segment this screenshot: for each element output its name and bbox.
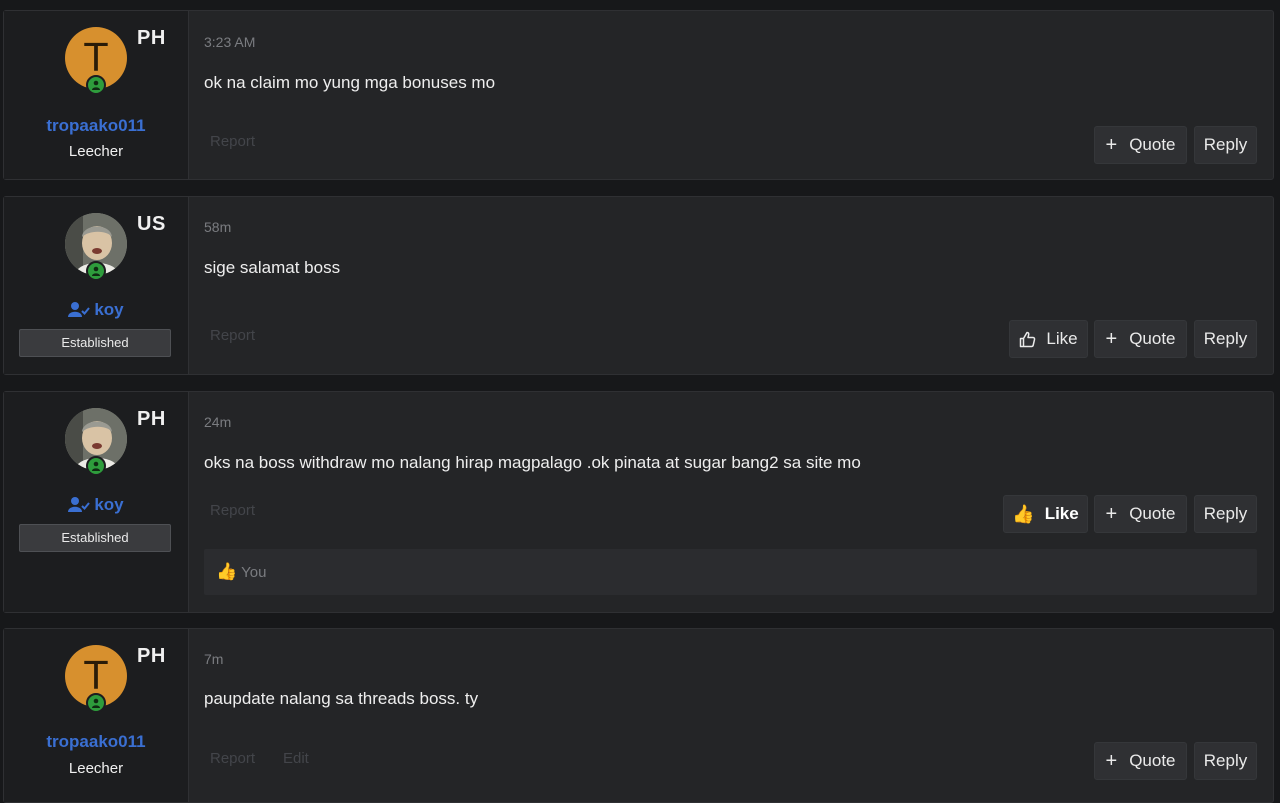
- post-user-cell: US koy Established: [4, 197, 189, 374]
- quote-label: Quote: [1129, 504, 1176, 523]
- post: PH koy Established 24m oks na boss withd…: [3, 391, 1274, 613]
- reactions-list: You: [241, 563, 267, 581]
- post-message: paupdate nalang sa threads boss. ty: [204, 689, 479, 708]
- user-title: Leecher: [68, 143, 124, 160]
- username-link[interactable]: koy: [4, 495, 188, 517]
- post-timestamp[interactable]: 3:23 AM: [204, 34, 255, 50]
- post-timestamp[interactable]: 24m: [204, 414, 231, 430]
- thumbs-up-icon: 👍: [216, 562, 238, 581]
- post-message: ok na claim mo yung mga bonuses mo: [204, 73, 496, 92]
- plus-icon: +: [1105, 503, 1118, 525]
- post-timestamp[interactable]: 7m: [204, 651, 223, 667]
- online-status-icon: [86, 693, 106, 713]
- user-title: Leecher: [68, 760, 124, 777]
- plus-icon: +: [1105, 750, 1118, 772]
- country-flag: PH: [137, 645, 166, 667]
- post-user-cell: PH koy Established: [4, 392, 189, 612]
- thumbs-up-icon: [1020, 331, 1036, 347]
- user-banner: Established: [19, 524, 171, 552]
- reply-button[interactable]: Reply: [1194, 126, 1257, 164]
- online-status-icon: [86, 261, 106, 281]
- online-status-icon: [86, 456, 106, 476]
- quote-label: Quote: [1129, 329, 1176, 348]
- reply-button[interactable]: Reply: [1194, 320, 1257, 358]
- post-user-cell: T PH tropaako011 Leecher: [4, 629, 189, 802]
- country-flag: PH: [137, 408, 166, 430]
- edit-link[interactable]: Edit: [283, 750, 309, 767]
- like-label: Like: [1044, 504, 1079, 523]
- verified-user-icon: [68, 301, 91, 322]
- thumbs-up-icon: 👍: [1012, 503, 1035, 524]
- post-user-cell: T PH tropaako011 Leecher: [4, 11, 189, 179]
- post-message: oks na boss withdraw mo nalang hirap mag…: [204, 453, 861, 472]
- quote-button[interactable]: + Quote: [1094, 126, 1187, 164]
- username-label: koy: [94, 495, 124, 514]
- post: T PH tropaako011 Leecher 3:23 AM ok na c…: [3, 10, 1274, 180]
- report-link[interactable]: Report: [210, 750, 255, 767]
- country-flag: PH: [137, 27, 166, 49]
- quote-button[interactable]: + Quote: [1094, 742, 1187, 780]
- reply-button[interactable]: Reply: [1194, 495, 1257, 533]
- like-button[interactable]: Like: [1009, 320, 1088, 358]
- quote-label: Quote: [1129, 135, 1176, 154]
- post-timestamp[interactable]: 58m: [204, 219, 231, 235]
- report-link[interactable]: Report: [210, 133, 255, 150]
- quote-button[interactable]: + Quote: [1094, 495, 1187, 533]
- username-link[interactable]: tropaako011: [4, 732, 188, 752]
- user-banner: Established: [19, 329, 171, 357]
- quote-button[interactable]: + Quote: [1094, 320, 1187, 358]
- post: T PH tropaako011 Leecher 7m paupdate nal…: [3, 628, 1274, 803]
- username-link[interactable]: tropaako011: [4, 116, 188, 136]
- verified-user-icon: [68, 496, 91, 517]
- country-flag: US: [137, 213, 166, 235]
- username-link[interactable]: koy: [4, 300, 188, 322]
- online-status-icon: [86, 75, 106, 95]
- post: US koy Established 58m sige salamat boss…: [3, 196, 1274, 375]
- like-button[interactable]: 👍 Like: [1003, 495, 1088, 533]
- reply-button[interactable]: Reply: [1194, 742, 1257, 780]
- like-label: Like: [1046, 329, 1078, 348]
- report-link[interactable]: Report: [210, 502, 255, 519]
- post-message: sige salamat boss: [204, 258, 341, 277]
- quote-label: Quote: [1129, 751, 1176, 770]
- username-label: koy: [94, 300, 124, 319]
- reactions-summary[interactable]: 👍 You: [204, 549, 1257, 595]
- plus-icon: +: [1105, 328, 1118, 350]
- plus-icon: +: [1105, 134, 1118, 156]
- report-link[interactable]: Report: [210, 327, 255, 344]
